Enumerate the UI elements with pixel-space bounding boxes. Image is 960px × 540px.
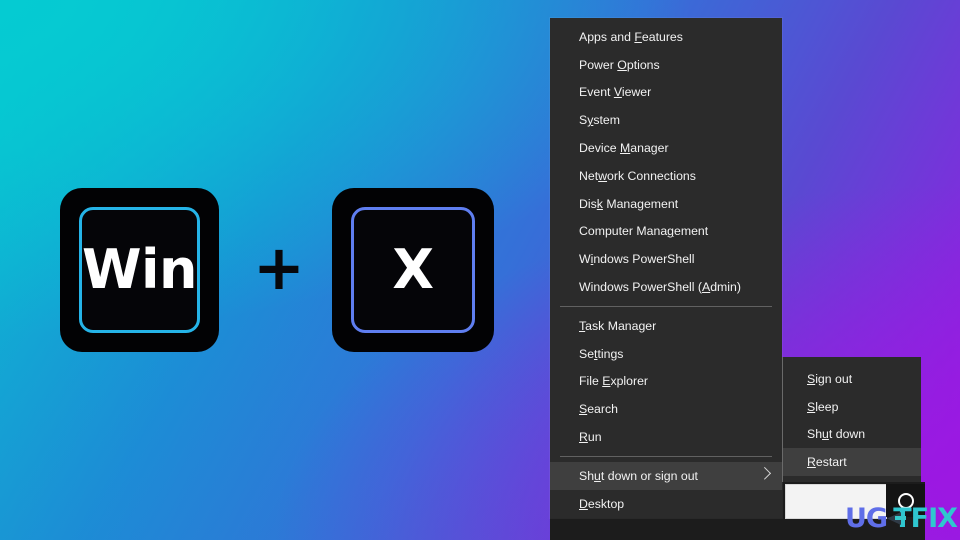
submenu-item-sleep[interactable]: Sleep [783,393,921,421]
menu-item-label: File Explorer [579,374,649,389]
menu-item-label: Task Manager [579,318,657,333]
ugetfix-watermark: UG TFIX [845,502,958,534]
menu-item-label: Device Manager [579,141,669,156]
menu-item-apps-and-features[interactable]: Apps and Features [550,23,782,51]
shut-down-submenu: Sign out Sleep Shut down Restart [782,357,921,483]
submenu-item-label: Shut down [807,427,866,442]
menu-item-computer-management[interactable]: Computer Management [550,218,782,246]
menu-item-label: Disk Management [579,196,679,211]
submenu-item-label: Sleep [807,399,839,414]
menu-item-system[interactable]: System [550,106,782,134]
menu-item-desktop[interactable]: Desktop [550,490,782,518]
win-key-label: Win [81,238,198,301]
menu-item-label: Apps and Features [579,29,683,44]
menu-item-label: System [579,113,621,128]
submenu-item-restart[interactable]: Restart [783,448,921,477]
submenu-item-shut-down[interactable]: Shut down [783,421,921,449]
screenshot-canvas: Win + X Apps and Features Power Options … [0,0,960,540]
menu-item-label: Search [579,402,618,417]
menu-item-file-explorer[interactable]: File Explorer [550,368,782,396]
menu-item-label: Network Connections [579,168,696,183]
menu-item-task-manager[interactable]: Task Manager [550,312,782,340]
menu-item-label: Windows PowerShell [579,252,695,267]
menu-item-label: Computer Management [579,224,709,239]
menu-item-settings[interactable]: Settings [550,340,782,368]
menu-separator [560,305,772,307]
menu-item-device-manager[interactable]: Device Manager [550,134,782,162]
win-x-context-menu: Apps and Features Power Options Event Vi… [550,18,782,518]
menu-item-label: Event Viewer [579,85,652,100]
menu-item-disk-management[interactable]: Disk Management [550,190,782,218]
menu-item-windows-powershell[interactable]: Windows PowerShell [550,245,782,273]
menu-item-label: Windows PowerShell (Admin) [579,280,741,295]
watermark-text-part1: UG [845,502,888,534]
menu-item-label: Settings [579,346,624,361]
menu-item-network-connections[interactable]: Network Connections [550,162,782,190]
menu-item-search[interactable]: Search [550,395,782,423]
menu-item-label: Power Options [579,57,660,72]
menu-item-label: Shut down or sign out [579,468,698,483]
x-key-label: X [392,238,434,301]
submenu-item-sign-out[interactable]: Sign out [783,365,921,393]
menu-item-power-options[interactable]: Power Options [550,51,782,79]
menu-item-shut-down-or-sign-out[interactable]: Shut down or sign out [550,461,782,490]
menu-item-windows-powershell-admin[interactable]: Windows PowerShell (Admin) [550,273,782,301]
menu-separator [560,455,772,457]
menu-item-label: Run [579,430,602,445]
chevron-right-icon [758,466,772,480]
submenu-item-label: Sign out [807,371,853,386]
menu-item-run[interactable]: Run [550,423,782,451]
menu-item-label: Desktop [579,496,625,511]
win-key-graphic: Win [60,188,219,352]
menu-item-event-viewer[interactable]: Event Viewer [550,79,782,107]
x-key-graphic: X [332,188,494,352]
arrow-left-icon [886,508,907,528]
plus-sign: + [253,231,305,304]
submenu-item-label: Restart [807,455,847,470]
